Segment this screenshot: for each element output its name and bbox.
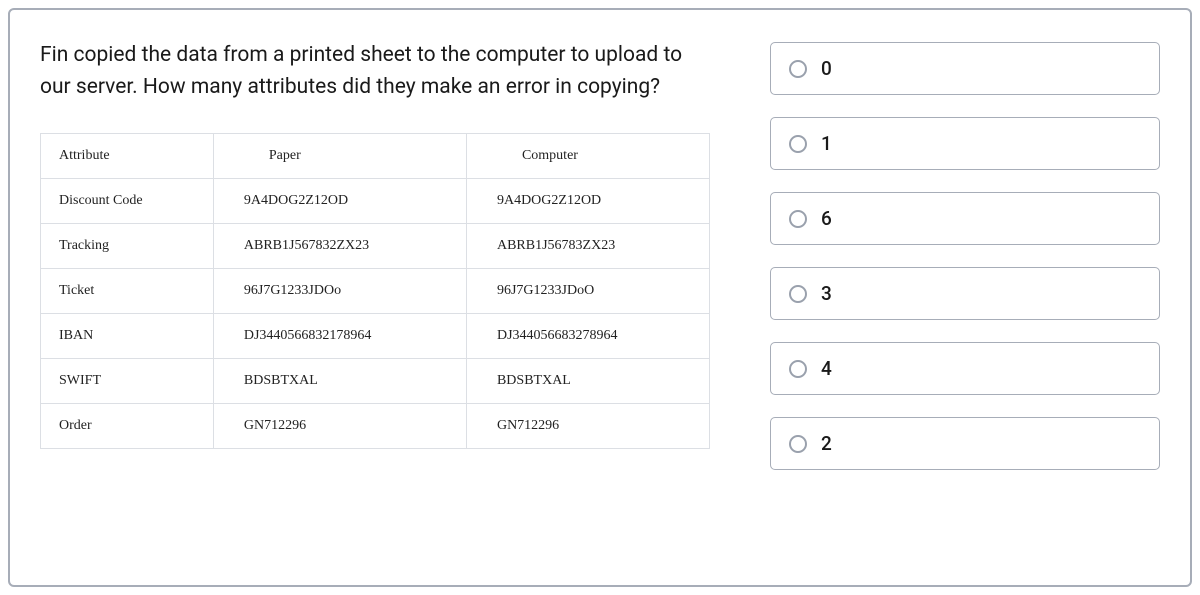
table-row: OrderGN712296GN712296 bbox=[41, 404, 710, 449]
col-computer: Computer bbox=[466, 134, 709, 179]
table-row: Discount Code9A4DOG2Z12OD9A4DOG2Z12OD bbox=[41, 179, 710, 224]
answer-option[interactable]: 6 bbox=[770, 192, 1160, 245]
option-label: 2 bbox=[821, 432, 832, 455]
answer-option[interactable]: 2 bbox=[770, 417, 1160, 470]
col-attribute: Attribute bbox=[41, 134, 214, 179]
answer-option[interactable]: 1 bbox=[770, 117, 1160, 170]
option-label: 1 bbox=[821, 132, 832, 155]
cell-paper: 9A4DOG2Z12OD bbox=[213, 179, 466, 224]
col-paper: Paper bbox=[213, 134, 466, 179]
cell-computer: BDSBTXAL bbox=[466, 359, 709, 404]
radio-icon bbox=[789, 360, 807, 378]
cell-attribute: Order bbox=[41, 404, 214, 449]
cell-paper: GN712296 bbox=[213, 404, 466, 449]
cell-attribute: SWIFT bbox=[41, 359, 214, 404]
answer-option[interactable]: 0 bbox=[770, 42, 1160, 95]
cell-attribute: Discount Code bbox=[41, 179, 214, 224]
table-row: SWIFTBDSBTXALBDSBTXAL bbox=[41, 359, 710, 404]
cell-computer: 9A4DOG2Z12OD bbox=[466, 179, 709, 224]
table-body: Discount Code9A4DOG2Z12OD9A4DOG2Z12ODTra… bbox=[41, 179, 710, 449]
answer-option[interactable]: 4 bbox=[770, 342, 1160, 395]
question-text: Fin copied the data from a printed sheet… bbox=[40, 40, 710, 103]
cell-computer: DJ344056683278964 bbox=[466, 314, 709, 359]
cell-computer: 96J7G1233JDoO bbox=[466, 269, 709, 314]
radio-icon bbox=[789, 285, 807, 303]
option-label: 3 bbox=[821, 282, 832, 305]
cell-paper: DJ3440566832178964 bbox=[213, 314, 466, 359]
question-panel: Fin copied the data from a printed sheet… bbox=[40, 40, 710, 565]
answer-option[interactable]: 3 bbox=[770, 267, 1160, 320]
cell-attribute: Ticket bbox=[41, 269, 214, 314]
option-label: 6 bbox=[821, 207, 832, 230]
quiz-container: Fin copied the data from a printed sheet… bbox=[8, 8, 1192, 587]
cell-computer: ABRB1J56783ZX23 bbox=[466, 224, 709, 269]
cell-paper: ABRB1J567832ZX23 bbox=[213, 224, 466, 269]
table-row: TrackingABRB1J567832ZX23ABRB1J56783ZX23 bbox=[41, 224, 710, 269]
radio-icon bbox=[789, 435, 807, 453]
options-panel: 0 1 6 3 4 2 bbox=[770, 40, 1160, 565]
table-row: IBANDJ3440566832178964DJ344056683278964 bbox=[41, 314, 710, 359]
cell-attribute: Tracking bbox=[41, 224, 214, 269]
radio-icon bbox=[789, 60, 807, 78]
cell-attribute: IBAN bbox=[41, 314, 214, 359]
cell-paper: BDSBTXAL bbox=[213, 359, 466, 404]
table-row: Ticket96J7G1233JDOo96J7G1233JDoO bbox=[41, 269, 710, 314]
cell-computer: GN712296 bbox=[466, 404, 709, 449]
option-label: 0 bbox=[821, 57, 832, 80]
radio-icon bbox=[789, 135, 807, 153]
radio-icon bbox=[789, 210, 807, 228]
option-label: 4 bbox=[821, 357, 832, 380]
data-table: Attribute Paper Computer Discount Code9A… bbox=[40, 133, 710, 449]
cell-paper: 96J7G1233JDOo bbox=[213, 269, 466, 314]
table-header-row: Attribute Paper Computer bbox=[41, 134, 710, 179]
